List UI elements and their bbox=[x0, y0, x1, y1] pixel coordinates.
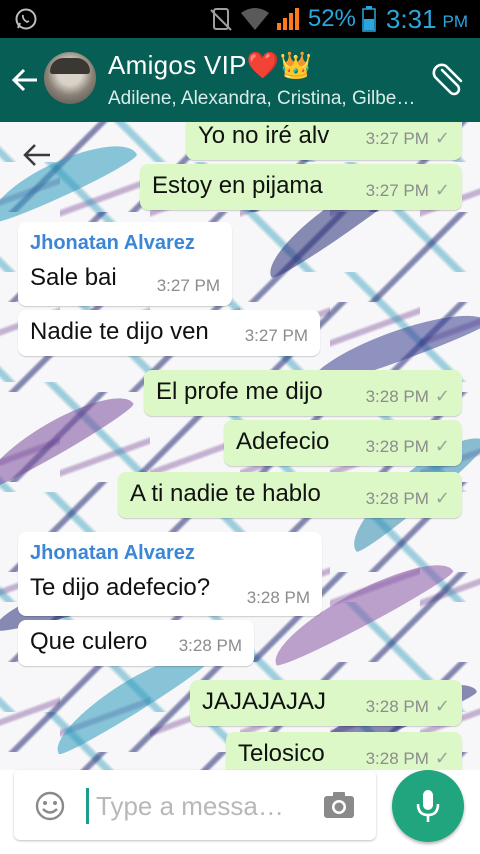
message-outgoing[interactable]: Telosico 3:28 PM ✓ bbox=[226, 732, 462, 770]
message-time: 3:28 PM bbox=[365, 387, 429, 406]
message-text: Nadie te dijo ven bbox=[30, 318, 209, 345]
message-composer bbox=[14, 770, 376, 840]
check-icon: ✓ bbox=[434, 436, 450, 456]
message-meta: 3:28 PM ✓ bbox=[366, 436, 450, 457]
group-name: Amigos VIP bbox=[108, 50, 247, 80]
message-meta: 3:28 PM ✓ bbox=[366, 748, 450, 769]
message-time: 3:28 PM bbox=[365, 437, 429, 456]
check-icon: ✓ bbox=[434, 748, 450, 768]
chat-header: Amigos VIP❤️👑 Adilene, Alexandra, Cristi… bbox=[0, 38, 480, 122]
arrow-left-icon bbox=[23, 144, 50, 166]
message-meta: 3:27 PM ✓ bbox=[366, 128, 450, 149]
check-icon: ✓ bbox=[434, 128, 450, 148]
message-text: Te dijo adefecio? bbox=[30, 574, 211, 601]
heart-emoji: ❤️ bbox=[246, 50, 280, 80]
message-outgoing[interactable]: Adefecio 3:28 PM ✓ bbox=[224, 420, 462, 466]
message-outgoing[interactable]: Yo no iré alv 3:27 PM ✓ bbox=[186, 122, 462, 160]
signal-icon bbox=[276, 8, 299, 30]
message-time: 3:28 PM bbox=[246, 588, 310, 607]
emoji-icon[interactable] bbox=[34, 790, 66, 822]
message-outgoing[interactable]: El profe me dijo 3:28 PM ✓ bbox=[144, 370, 462, 416]
message-outgoing[interactable]: Estoy en pijama 3:27 PM ✓ bbox=[140, 164, 462, 210]
paperclip-icon[interactable] bbox=[428, 60, 468, 100]
message-time: 3:28 PM bbox=[178, 636, 242, 655]
message-text: Adefecio bbox=[236, 428, 330, 455]
message-text: Yo no iré alv bbox=[198, 122, 330, 149]
message-time: 3:27 PM bbox=[244, 326, 308, 345]
message-meta: 3:28 PM ✓ bbox=[366, 488, 450, 509]
message-text: Telosico bbox=[238, 740, 325, 767]
message-text: A ti nadie te hablo bbox=[130, 480, 321, 507]
message-incoming[interactable]: Jhonatan Alvarez Sale bai 3:27 PM bbox=[18, 222, 232, 306]
message-text: Que culero bbox=[30, 628, 148, 655]
message-time: 3:27 PM bbox=[365, 181, 429, 200]
whatsapp-icon bbox=[15, 8, 37, 30]
back-button[interactable] bbox=[8, 60, 42, 100]
mic-button[interactable] bbox=[392, 770, 464, 842]
group-members[interactable]: Adilene, Alexandra, Cristina, Gilbe… bbox=[108, 88, 418, 110]
message-incoming[interactable]: Jhonatan Alvarez Te dijo adefecio? 3:28 … bbox=[18, 532, 322, 616]
message-outgoing[interactable]: A ti nadie te hablo 3:28 PM ✓ bbox=[118, 472, 462, 518]
battery-percent: 52% bbox=[307, 5, 356, 32]
message-text: El profe me dijo bbox=[156, 378, 323, 405]
message-time: 3:28 PM bbox=[365, 749, 429, 768]
message-meta: 3:27 PM ✓ bbox=[366, 180, 450, 201]
message-incoming[interactable]: Que culero 3:28 PM bbox=[18, 620, 254, 666]
microphone-icon bbox=[416, 790, 440, 822]
message-text: Estoy en pijama bbox=[152, 172, 323, 199]
crown-emoji: 👑 bbox=[279, 50, 313, 80]
message-time: 3:28 PM bbox=[365, 697, 429, 716]
feather-decoration bbox=[0, 381, 137, 495]
clock-ampm: PM bbox=[442, 12, 469, 31]
message-time: 3:27 PM bbox=[156, 276, 220, 295]
message-incoming[interactable]: Nadie te dijo ven 3:27 PM bbox=[18, 310, 320, 356]
message-time: 3:28 PM bbox=[365, 489, 429, 508]
text-cursor bbox=[86, 788, 89, 824]
clock-time: 3:31 bbox=[385, 3, 437, 34]
feather-decoration bbox=[0, 129, 140, 229]
check-icon: ✓ bbox=[434, 696, 450, 716]
check-icon: ✓ bbox=[434, 386, 450, 406]
message-text: Sale bai bbox=[30, 264, 117, 291]
message-text: JAJAJAJAJ bbox=[202, 688, 327, 715]
battery-icon bbox=[362, 6, 376, 32]
group-avatar[interactable] bbox=[44, 52, 96, 104]
wifi-icon bbox=[240, 8, 269, 30]
check-icon: ✓ bbox=[434, 180, 450, 200]
check-icon: ✓ bbox=[434, 488, 450, 508]
arrow-left-icon bbox=[11, 68, 37, 92]
group-title[interactable]: Amigos VIP❤️👑 bbox=[108, 50, 312, 81]
chat-area[interactable]: Yo no iré alv 3:27 PM ✓ Estoy en pijama 3… bbox=[0, 122, 480, 770]
status-bar: 52% 3:31 PM bbox=[0, 0, 480, 38]
no-sim-icon bbox=[210, 8, 232, 31]
message-meta: 3:28 PM ✓ bbox=[366, 696, 450, 717]
sender-name[interactable]: Jhonatan Alvarez bbox=[30, 542, 195, 565]
sender-name[interactable]: Jhonatan Alvarez bbox=[30, 232, 195, 255]
message-outgoing[interactable]: JAJAJAJAJ 3:28 PM ✓ bbox=[190, 680, 462, 726]
message-input[interactable] bbox=[96, 786, 316, 826]
camera-icon[interactable] bbox=[322, 790, 356, 820]
message-meta: 3:28 PM ✓ bbox=[366, 386, 450, 407]
message-time: 3:27 PM bbox=[365, 129, 429, 148]
